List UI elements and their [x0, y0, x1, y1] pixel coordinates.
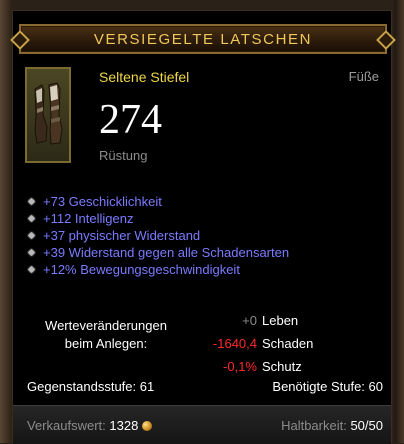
sell-value: Verkaufswert: 1328: [27, 418, 153, 433]
stat-change-list: +0 Leben -1640,4 Schaden -0,1% Schutz: [193, 309, 313, 378]
stat-change-label-line1: Werteveränderungen: [45, 318, 167, 333]
stat-change-value: -1640,4: [212, 336, 257, 351]
affix-list: +73 Geschicklichkeit +112 Intelligenz +3…: [25, 193, 289, 278]
stat-change-label: Werteveränderungen beim Anlegen:: [31, 317, 181, 353]
affix-text: +39 Widerstand gegen alle Schadensarten: [43, 245, 290, 260]
affix-item: +37 physischer Widerstand: [25, 227, 289, 244]
item-name: VERSIEGELTE LATSCHEN: [93, 30, 313, 48]
item-rarity: Seltene Stiefel: [99, 69, 190, 85]
sell-value-amount: 1328: [109, 418, 139, 433]
durability-value: 50/50: [350, 418, 383, 433]
stat-change-stat: Schaden: [262, 336, 314, 351]
item-level: Gegenstandsstufe: 61: [27, 379, 155, 394]
armor-value: 274: [99, 97, 162, 143]
affix-item: +112 Intelligenz: [25, 210, 289, 227]
sell-value-label: Verkaufswert:: [27, 418, 106, 433]
background-frame-left: [0, 0, 12, 443]
boots-icon: [25, 67, 71, 163]
stat-change-row: +0 Leben: [193, 309, 313, 332]
bullet-icon: [27, 265, 36, 274]
stat-change-row: -0,1% Schutz: [193, 355, 313, 378]
required-level: Benötigte Stufe: 60: [272, 379, 383, 394]
affix-item: +39 Widerstand gegen alle Schadensarten: [25, 244, 289, 261]
stat-change-value: -0,1%: [223, 359, 257, 374]
gold-coin-icon: [142, 421, 153, 431]
durability: Haltbarkeit: 50/50: [281, 418, 383, 433]
bullet-icon: [27, 248, 36, 257]
durability-label: Haltbarkeit:: [281, 418, 347, 433]
item-title-bar: VERSIEGELTE LATSCHEN: [19, 24, 387, 54]
affix-text: +112 Intelligenz: [43, 211, 134, 226]
bullet-icon: [27, 214, 36, 223]
bullet-icon: [27, 197, 36, 206]
affix-item: +12% Bewegungsgeschwindigkeit: [25, 261, 289, 278]
item-tooltip: VERSIEGELTE LATSCHEN Seltene Stiefel Füß…: [12, 10, 392, 444]
affix-text: +73 Geschicklichkeit: [43, 194, 162, 209]
affix-text: +12% Bewegungsgeschwindigkeit: [43, 262, 240, 277]
background-frame-right: [394, 0, 404, 443]
affix-item: +73 Geschicklichkeit: [25, 193, 289, 210]
bullet-icon: [27, 231, 36, 240]
armor-label: Rüstung: [99, 148, 148, 163]
item-slot: Füße: [348, 69, 379, 84]
affix-text: +37 physischer Widerstand: [43, 228, 201, 243]
tooltip-footer: Verkaufswert: 1328 Haltbarkeit: 50/50: [13, 405, 391, 444]
stat-change-label-line2: beim Anlegen:: [64, 336, 148, 351]
stat-change-value: +0: [242, 313, 257, 328]
stat-change-stat: Leben: [262, 313, 299, 328]
stat-change-row: -1640,4 Schaden: [193, 332, 313, 355]
stat-change-stat: Schutz: [262, 359, 302, 374]
